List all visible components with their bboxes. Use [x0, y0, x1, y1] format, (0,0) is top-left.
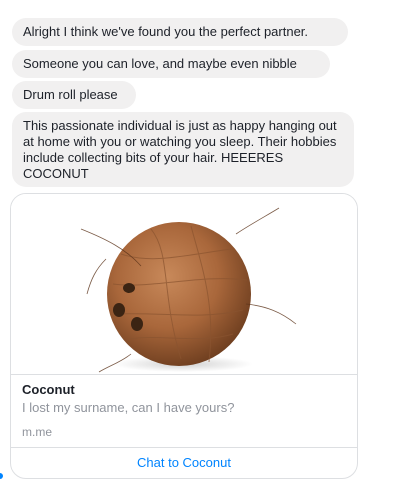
message-bubble: Alright I think we've found you the perf… — [12, 18, 348, 46]
message-bubble: Someone you can love, and maybe even nib… — [12, 50, 330, 78]
seen-indicator-icon — [0, 473, 3, 479]
message-text: This passionate individual is just as ha… — [23, 118, 337, 181]
card-domain: m.me — [22, 425, 52, 439]
message-bubble: Drum roll please — [12, 81, 136, 109]
coconut-image — [80, 207, 297, 373]
generic-template-card: Coconut I lost my surname, can I have yo… — [10, 193, 358, 479]
message-text: Alright I think we've found you the perf… — [23, 24, 309, 39]
chat-button[interactable]: Chat to Coconut — [11, 447, 357, 478]
card-image[interactable] — [11, 194, 357, 374]
message-text: Someone you can love, and maybe even nib… — [23, 56, 297, 71]
card-subtitle: I lost my surname, can I have yours? — [22, 400, 235, 415]
card-title: Coconut — [22, 382, 75, 397]
message-thread: Alright I think we've found you the perf… — [0, 0, 402, 488]
message-text: Drum roll please — [23, 87, 118, 102]
card-body: Coconut I lost my surname, can I have yo… — [11, 374, 357, 447]
message-bubble: This passionate individual is just as ha… — [12, 112, 354, 187]
